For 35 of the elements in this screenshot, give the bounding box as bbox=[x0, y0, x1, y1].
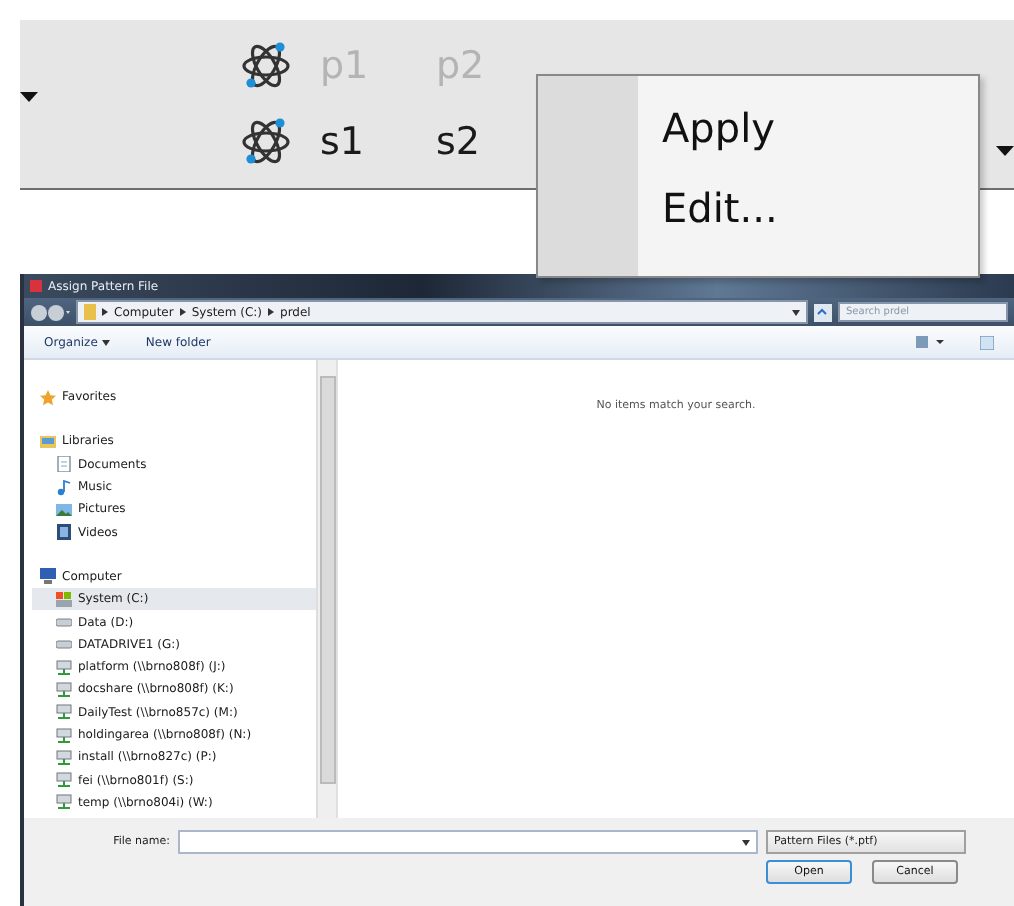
network-drive-icon bbox=[56, 772, 72, 789]
toolbar-item[interactable]: s2 bbox=[408, 120, 524, 164]
chevron-icon bbox=[102, 308, 108, 316]
atom-icon[interactable] bbox=[240, 40, 292, 92]
view-icon[interactable] bbox=[916, 336, 944, 348]
picture-icon bbox=[56, 501, 72, 518]
folder-icon bbox=[40, 433, 56, 450]
caret-icon bbox=[742, 839, 750, 845]
app-icon bbox=[30, 280, 42, 292]
caret-icon bbox=[101, 339, 110, 345]
folder-icon bbox=[84, 304, 96, 320]
network-drive-icon bbox=[56, 794, 72, 811]
menu-item[interactable]: Edit... bbox=[638, 168, 978, 248]
network-drive-icon bbox=[56, 659, 72, 676]
atom-icon[interactable] bbox=[240, 116, 292, 168]
toolbar-item[interactable]: s1 bbox=[292, 120, 408, 164]
caret-icon[interactable] bbox=[996, 146, 1014, 156]
menu-item[interactable]: Apply bbox=[638, 88, 978, 168]
music-note-icon bbox=[56, 479, 72, 496]
back-forward-icon[interactable] bbox=[30, 303, 70, 321]
film-icon bbox=[56, 524, 72, 541]
file-name-field[interactable] bbox=[178, 830, 758, 854]
chevron-icon bbox=[268, 308, 275, 316]
scrollbar[interactable] bbox=[316, 360, 336, 818]
document-icon bbox=[56, 456, 72, 473]
star-icon bbox=[40, 389, 56, 406]
network-drive-icon bbox=[56, 681, 72, 698]
caret-icon bbox=[792, 309, 800, 315]
drive-icon bbox=[56, 591, 72, 608]
caret-icon[interactable] bbox=[20, 91, 38, 101]
network-drive-icon bbox=[56, 727, 72, 743]
computer-icon bbox=[40, 568, 56, 585]
network-drive-icon bbox=[56, 749, 72, 766]
chevron-icon bbox=[179, 308, 186, 316]
network-drive-icon bbox=[56, 704, 72, 721]
